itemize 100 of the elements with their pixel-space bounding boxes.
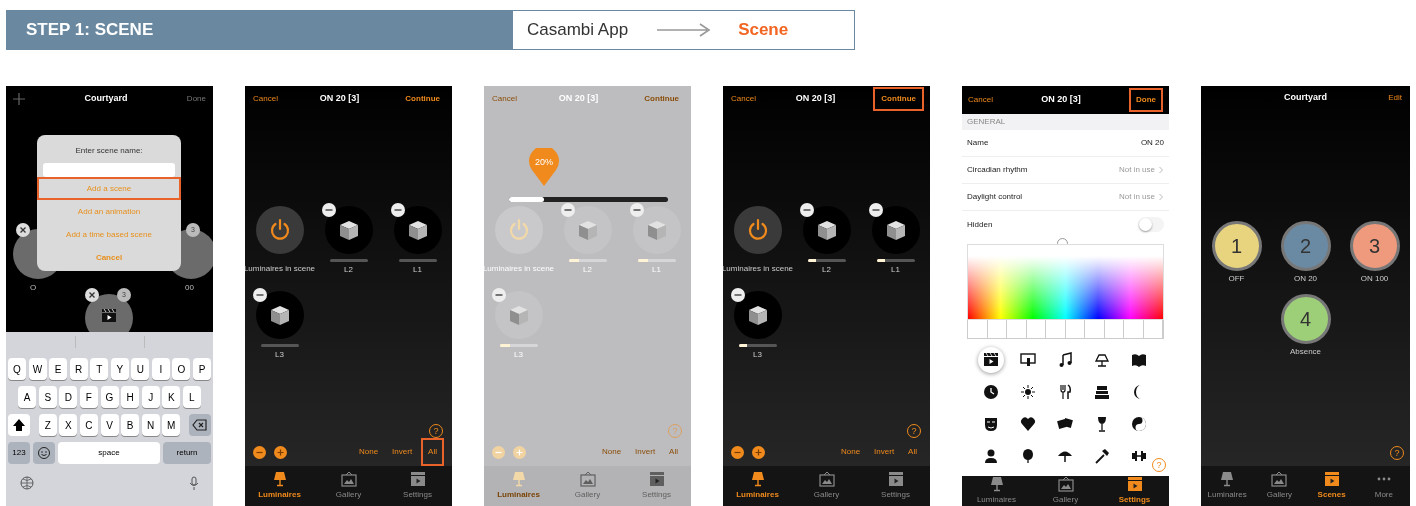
minus-icon[interactable] xyxy=(252,288,267,302)
tab[interactable]: Gallery xyxy=(792,466,861,506)
key[interactable]: T xyxy=(90,358,109,380)
picture-icon xyxy=(1057,476,1074,492)
action-button[interactable]: None xyxy=(353,440,384,464)
key[interactable]: D xyxy=(59,386,78,408)
tab[interactable]: More xyxy=(1357,466,1410,506)
power-button[interactable] xyxy=(733,206,782,254)
shift-key-icon[interactable] xyxy=(8,414,31,436)
key[interactable]: O xyxy=(172,358,191,380)
globe-icon[interactable] xyxy=(20,476,34,490)
emoji-key-icon[interactable] xyxy=(33,442,55,464)
action-button[interactable]: Invert xyxy=(869,440,900,464)
tab[interactable]: Luminaires xyxy=(245,466,314,506)
brightness-slider[interactable] xyxy=(509,197,668,202)
luminaire-button[interactable] xyxy=(255,291,304,339)
microphone-icon[interactable] xyxy=(189,476,199,490)
continue-button[interactable]: Continue xyxy=(399,89,446,109)
key[interactable]: K xyxy=(162,386,181,408)
continue-button[interactable]: Continue xyxy=(873,87,924,111)
key[interactable]: X xyxy=(59,414,78,436)
minus-icon[interactable] xyxy=(390,203,405,217)
key[interactable]: Z xyxy=(38,414,57,436)
tab[interactable]: Luminaires xyxy=(1201,466,1254,506)
cancel-button[interactable]: Cancel xyxy=(251,93,280,105)
tab[interactable]: Gallery xyxy=(314,466,383,506)
action-button[interactable]: All xyxy=(903,440,922,464)
action-button[interactable]: Invert xyxy=(630,440,661,464)
power-button[interactable] xyxy=(255,206,304,254)
scene-label: OFF xyxy=(1228,273,1245,285)
backspace-key-icon[interactable] xyxy=(188,414,211,436)
key[interactable]: P xyxy=(193,358,211,380)
key[interactable]: Q xyxy=(8,358,26,380)
luminaire-button[interactable] xyxy=(393,206,442,254)
cancel-button[interactable]: Cancel xyxy=(490,93,519,105)
key[interactable]: S xyxy=(38,386,57,408)
key[interactable]: M xyxy=(162,414,181,436)
action-button[interactable]: All xyxy=(664,440,683,464)
key[interactable]: R xyxy=(69,358,88,380)
space-key[interactable]: space xyxy=(58,442,160,464)
plus-icon[interactable] xyxy=(274,445,287,459)
tab[interactable]: Luminaires xyxy=(723,466,792,506)
return-key[interactable]: return xyxy=(163,442,211,464)
key[interactable]: E xyxy=(49,358,68,380)
toggle-switch[interactable] xyxy=(1138,217,1164,232)
luminaire-button[interactable] xyxy=(871,206,920,254)
luminaire-button[interactable] xyxy=(802,206,851,254)
key[interactable]: W xyxy=(28,358,47,380)
tab[interactable]: Settings xyxy=(1100,476,1169,506)
key[interactable]: A xyxy=(18,386,37,408)
key[interactable]: 123 xyxy=(8,442,30,464)
minus-icon[interactable] xyxy=(321,203,336,217)
key[interactable]: L xyxy=(182,386,201,408)
scene-button[interactable]: 4 xyxy=(1280,294,1331,344)
scene-button[interactable]: 3 xyxy=(1349,221,1400,271)
clapperboard-icon xyxy=(1126,476,1143,492)
minus-icon[interactable] xyxy=(868,203,883,217)
key[interactable]: B xyxy=(121,414,140,436)
close-icon[interactable] xyxy=(16,223,30,237)
edit-button[interactable]: Edit xyxy=(1382,92,1402,104)
tab[interactable]: Luminaires xyxy=(484,466,553,506)
luminaire-button[interactable] xyxy=(324,206,373,254)
continue-button[interactable]: Continue xyxy=(638,89,685,109)
key[interactable]: G xyxy=(100,386,119,408)
close-icon[interactable] xyxy=(85,288,99,302)
action-button[interactable]: Invert xyxy=(387,440,418,464)
tab[interactable]: Gallery xyxy=(1253,466,1306,506)
tab[interactable]: Scenes xyxy=(1305,466,1358,506)
key[interactable]: J xyxy=(141,386,160,408)
plus-icon[interactable] xyxy=(752,445,765,459)
minus-icon[interactable] xyxy=(253,445,266,459)
done-button[interactable]: Done xyxy=(1129,88,1163,112)
key[interactable]: I xyxy=(151,358,170,380)
setting-value: Not in use xyxy=(1118,164,1155,176)
key[interactable]: V xyxy=(100,414,119,436)
add-icon[interactable] xyxy=(13,93,25,105)
action-button[interactable]: None xyxy=(596,440,627,464)
action-button[interactable]: All xyxy=(421,438,444,466)
tab[interactable]: Settings xyxy=(383,466,452,506)
cancel-button[interactable]: Cancel xyxy=(968,94,993,106)
key[interactable]: U xyxy=(131,358,150,380)
name-input-field[interactable] xyxy=(43,163,175,177)
tab[interactable]: Gallery xyxy=(1031,476,1100,506)
key[interactable]: N xyxy=(141,414,160,436)
done-button[interactable]: Done xyxy=(186,93,206,105)
key[interactable]: H xyxy=(121,386,140,408)
minus-icon[interactable] xyxy=(799,203,814,217)
tab[interactable]: Settings xyxy=(861,466,930,506)
tab[interactable]: Luminaires xyxy=(962,476,1031,506)
cancel-button[interactable]: Cancel xyxy=(729,93,758,105)
key[interactable]: C xyxy=(79,414,98,436)
minus-icon[interactable] xyxy=(731,445,744,459)
action-button[interactable]: None xyxy=(835,440,866,464)
key[interactable]: F xyxy=(79,386,98,408)
color-picker[interactable] xyxy=(967,238,1164,339)
key[interactable]: Y xyxy=(110,358,129,380)
minus-icon[interactable] xyxy=(730,288,745,302)
scene-button[interactable]: 1 xyxy=(1211,221,1262,271)
icon-option[interactable] xyxy=(977,347,1004,373)
luminaire-button[interactable] xyxy=(733,291,782,339)
